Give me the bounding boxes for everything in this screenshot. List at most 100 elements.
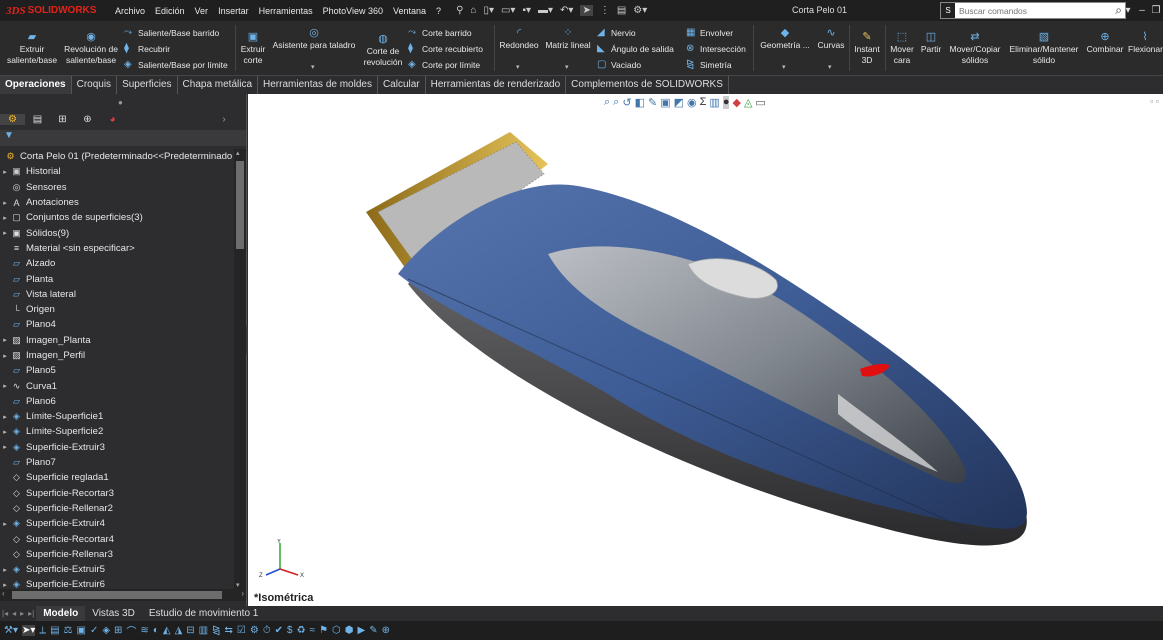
scroll-up-icon[interactable]: ▴ xyxy=(236,149,240,157)
intersect-button[interactable]: ⊗ Intersección xyxy=(686,43,746,54)
tree-item[interactable]: ▸ ◈ Límite-Superficie1 xyxy=(0,409,234,424)
costing-icon[interactable]: $ xyxy=(287,625,293,636)
expand-arrow-icon[interactable]: ▸ xyxy=(0,566,10,574)
menu-ver[interactable]: Ver xyxy=(190,6,214,16)
prev-tab-icon[interactable]: ◂ xyxy=(10,609,18,618)
move-copy-bodies-button[interactable]: ⇄ Mover/Copiar sólidos xyxy=(946,31,1004,66)
solidworks-logo[interactable]: 3DS SOLIDWORKS xyxy=(0,5,110,17)
tree-item[interactable]: ▸ ◈ Superficie-Extruir6 xyxy=(0,577,234,589)
tree-filter[interactable]: ▼ xyxy=(0,130,246,146)
geometry-analysis-icon[interactable]: ◈ xyxy=(102,625,110,636)
tree-item[interactable]: ▸ ▨ Imagen_Planta xyxy=(0,333,234,348)
deviation-analysis-icon[interactable]: ⌒ xyxy=(126,623,136,638)
expand-arrow-icon[interactable]: ▸ xyxy=(0,413,10,421)
linear-pattern-button[interactable]: ⁘ Matriz lineal xyxy=(543,27,593,51)
feature-works-icon[interactable]: ⚙ xyxy=(250,625,259,636)
tree-item[interactable]: ▸ ▨ Imagen_Perfil xyxy=(0,348,234,363)
expand-arrow-icon[interactable]: ▸ xyxy=(0,199,10,207)
wrap-button[interactable]: ▦ Envolver xyxy=(686,27,733,38)
extrude-boss-button[interactable]: ▰ Extruir saliente/base xyxy=(4,31,60,66)
print-icon[interactable]: ▬▾ xyxy=(538,5,553,16)
tree-item[interactable]: ▱ Plano7 xyxy=(0,455,234,470)
dfm-icon[interactable]: ⚑ xyxy=(319,625,328,636)
reference-geometry-dropdown-icon[interactable]: ▾ xyxy=(782,63,786,71)
sweep-cut-button[interactable]: ⤳ Corte barrido xyxy=(408,27,472,38)
tree-item[interactable]: ◇ Superficie-Rellenar3 xyxy=(0,547,234,562)
recognize-features-icon[interactable]: ⬡ xyxy=(332,625,341,636)
linear-pattern-dropdown-icon[interactable]: ▾ xyxy=(565,63,569,71)
select-pointer-icon[interactable]: ➤▾ xyxy=(21,625,36,636)
boundary-boss-button[interactable]: ◈ Saliente/Base por límite xyxy=(124,59,228,70)
display-manager-tab-icon[interactable]: ◕ xyxy=(100,114,125,125)
tab-calcular[interactable]: Calcular xyxy=(378,76,426,94)
next-tab-icon[interactable]: ▸ xyxy=(18,609,26,618)
rib-button[interactable]: ◢ Nervio xyxy=(597,27,636,38)
tab-modelo[interactable]: Modelo xyxy=(36,606,86,621)
tree-item[interactable]: ▱ Vista lateral xyxy=(0,287,234,302)
save-icon[interactable]: ▪▾ xyxy=(522,5,531,16)
filter-icon[interactable]: ▼ xyxy=(0,130,14,141)
menu-help[interactable]: ? xyxy=(431,6,446,16)
undo-icon[interactable]: ↶▾ xyxy=(560,5,573,16)
minimize-icon[interactable]: – xyxy=(1135,0,1149,21)
tree-item[interactable]: ◎ Sensores xyxy=(0,180,234,195)
scroll-down-icon[interactable]: ▾ xyxy=(236,581,240,589)
tab-estudio-movimiento[interactable]: Estudio de movimiento 1 xyxy=(142,606,266,621)
menu-ventana[interactable]: Ventana xyxy=(388,6,431,16)
mass-properties-icon[interactable]: ⚖ xyxy=(64,625,73,636)
macro-icon[interactable]: ▶ xyxy=(358,625,366,636)
tab-croquis[interactable]: Croquis xyxy=(72,76,118,94)
fillet-button[interactable]: ◜ Redondeo xyxy=(497,27,541,51)
section-properties-icon[interactable]: ▣ xyxy=(76,625,85,636)
tree-item[interactable]: ▸ ∿ Curva1 xyxy=(0,378,234,393)
property-manager-tab-icon[interactable]: ▤ xyxy=(25,114,50,125)
tree-root[interactable]: ⚙ Corta Pelo 01 (Predeterminado<<Predete… xyxy=(0,149,234,164)
smart-dimension-icon[interactable]: ⟂ xyxy=(39,625,46,636)
performance-evaluation-icon[interactable]: ⏱ xyxy=(263,625,271,636)
tree-item[interactable]: └ Origen xyxy=(0,302,234,317)
panel-collapse-handle[interactable]: ● xyxy=(118,98,123,107)
help-chevron-icon[interactable]: ▾ xyxy=(1121,0,1135,21)
add-in-icon[interactable]: ⊕ xyxy=(382,625,390,636)
tree-item[interactable]: ▸ ▣ Sólidos(9) xyxy=(0,225,234,240)
split-button[interactable]: ◫ Partir xyxy=(918,31,944,55)
script-icon[interactable]: ✎ xyxy=(369,625,377,636)
expand-arrow-icon[interactable]: ▸ xyxy=(0,520,10,528)
traffic-light-icon[interactable]: ⋮ xyxy=(600,5,610,16)
move-face-button[interactable]: ⬚ Mover cara xyxy=(887,31,917,66)
tree-item[interactable]: ▱ Plano5 xyxy=(0,363,234,378)
hole-wizard-button[interactable]: ◎ Asistente para taladro xyxy=(269,27,359,51)
mirror-button[interactable]: ⧎ Simetría xyxy=(686,59,732,70)
new-document-icon[interactable]: ▯▾ xyxy=(483,5,494,16)
fillet-dropdown-icon[interactable]: ▾ xyxy=(516,63,520,71)
expand-arrow-icon[interactable]: ▸ xyxy=(0,229,10,237)
file-properties-icon[interactable]: ▤ xyxy=(617,5,626,16)
first-tab-icon[interactable]: |◂ xyxy=(0,609,10,618)
boundary-cut-button[interactable]: ◈ Corte por límite xyxy=(408,59,480,70)
tab-complementos[interactable]: Complementos de SOLIDWORKS xyxy=(566,76,729,94)
feature-manager-tab-icon[interactable]: ⚙ xyxy=(0,114,25,125)
pin-icon[interactable]: ⚲ xyxy=(456,5,463,16)
hair-clipper-model[interactable] xyxy=(248,94,1163,606)
thickness-analysis-icon[interactable]: ▥ xyxy=(199,625,208,636)
curves-button[interactable]: ∿ Curvas xyxy=(814,27,848,51)
flex-button[interactable]: ⌇ Flexionar xyxy=(1128,31,1163,55)
zebra-stripes-icon[interactable]: ≋ xyxy=(140,625,148,636)
panel-expand-icon[interactable]: › xyxy=(219,114,229,125)
tree-item[interactable]: ▸ ◈ Superficie-Extruir3 xyxy=(0,440,234,455)
expand-arrow-icon[interactable]: ▸ xyxy=(0,382,10,390)
open-icon[interactable]: ▭▾ xyxy=(501,5,515,16)
scroll-left-icon[interactable]: ‹ xyxy=(2,589,5,598)
menu-archivo[interactable]: Archivo xyxy=(110,6,150,16)
tree-item[interactable]: ▸ ▢ Conjuntos de superficies(3) xyxy=(0,210,234,225)
tab-superficies[interactable]: Superficies xyxy=(117,76,178,94)
expand-arrow-icon[interactable]: ▸ xyxy=(0,352,10,360)
menu-photoview[interactable]: PhotoView 360 xyxy=(318,6,388,16)
tree-vertical-scrollbar[interactable]: ▴ ▾ xyxy=(234,149,246,589)
tab-herramientas-moldes[interactable]: Herramientas de moldes xyxy=(258,76,378,94)
vertical-scroll-thumb[interactable] xyxy=(236,161,244,249)
scroll-right-icon[interactable]: › xyxy=(241,589,244,598)
check-active-document-icon[interactable]: ☑ xyxy=(237,625,246,636)
tree-item[interactable]: ◇ Superficie-Rellenar2 xyxy=(0,501,234,516)
design-checker-icon[interactable]: ✔ xyxy=(275,625,283,636)
